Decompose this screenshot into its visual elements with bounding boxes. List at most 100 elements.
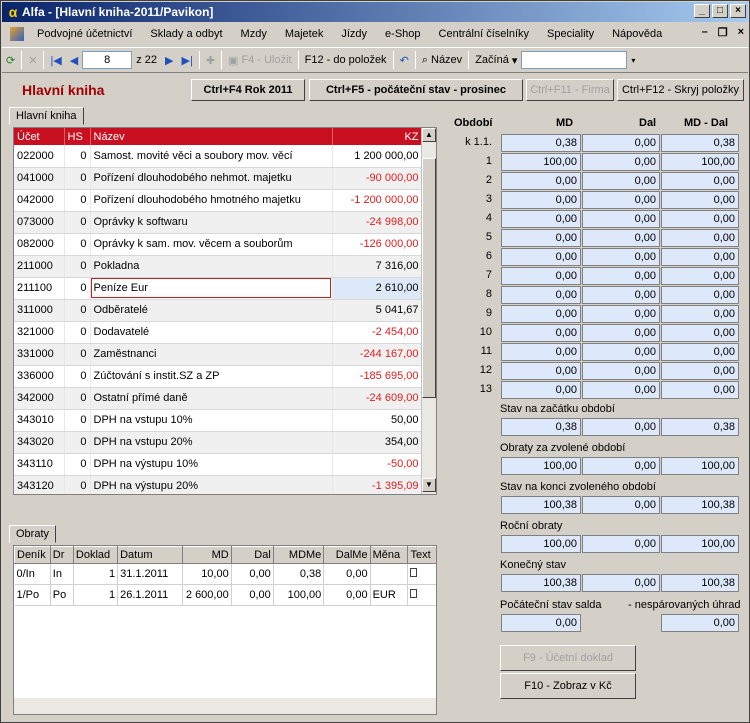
year-button[interactable]: Ctrl+F4 Rok 2011 [191, 79, 305, 101]
cell-hs[interactable]: 0 [64, 453, 91, 476]
cell-ucet[interactable]: 041000 [14, 167, 65, 190]
mdi-document-icon[interactable] [10, 27, 24, 41]
cell-nazev[interactable]: Zúčtování s instit.SZ a ZP [90, 365, 333, 388]
column-header[interactable]: Text [407, 546, 436, 564]
table-cell[interactable] [407, 584, 436, 606]
table-cell[interactable]: Po [50, 584, 74, 606]
cell-kz[interactable]: -90 000,00 [332, 167, 423, 190]
first-record-icon[interactable]: |◀ [46, 50, 65, 70]
cell-hs[interactable]: 0 [64, 211, 91, 234]
menu-item-speciality[interactable]: Speciality [538, 28, 603, 40]
column-header[interactable]: Datum [117, 546, 184, 564]
note-icon[interactable] [410, 589, 418, 598]
show-in-czk-button[interactable]: F10 - Zobraz v Kč [500, 673, 636, 699]
cell-nazev[interactable]: DPH na výstupu 20% [90, 475, 333, 494]
table-row[interactable]: 342000 0 Ostatní přímé daně -24 609,00 [14, 387, 423, 410]
mdi-restore-button[interactable]: ❐ [718, 26, 728, 39]
cell-nazev[interactable]: Pokladna [90, 255, 333, 278]
cell-kz[interactable]: 50,00 [332, 409, 423, 432]
table-cell[interactable]: 1 [73, 584, 119, 606]
table-row[interactable]: 041000 0 Pořízení dlouhodobého nehmot. maj… [14, 167, 423, 190]
cell-ucet[interactable]: 082000 [14, 233, 65, 256]
table-row[interactable]: 336000 0 Zúčtování s instit.SZ a ZP -185 69… [14, 365, 423, 388]
table-row[interactable]: 343110 0 DPH na výstupu 10% -50,00 [14, 453, 423, 476]
table-cell[interactable] [370, 563, 409, 585]
cell-kz[interactable]: -1 200 000,00 [332, 189, 423, 212]
table-cell[interactable]: 31.1.2011 [117, 563, 184, 585]
menu-item-eshop[interactable]: e-Shop [376, 28, 429, 40]
cell-ucet[interactable]: 343120 [14, 475, 65, 494]
cell-nazev[interactable]: DPH na vstupu 20% [90, 431, 333, 454]
table-row[interactable]: 042000 0 Pořízení dlouhodobého hmotného ma… [14, 189, 423, 212]
cell-kz[interactable]: 1 200 000,00 [332, 145, 423, 168]
column-header[interactable]: DalMe [323, 546, 371, 564]
column-header[interactable]: Deník [14, 546, 51, 564]
scroll-down-icon[interactable]: ▼ [422, 478, 436, 492]
table-cell[interactable]: 0,00 [231, 584, 274, 606]
firma-button[interactable]: Ctrl+F11 - Firma [526, 79, 614, 101]
cell-hs[interactable]: 0 [64, 365, 91, 388]
cell-kz[interactable]: -126 000,00 [332, 233, 423, 256]
table-row[interactable]: 211000 0 Pokladna 7 316,00 [14, 255, 423, 278]
menu-item-ciselniky[interactable]: Centrální číselníky [430, 28, 538, 40]
cell-hs[interactable]: 0 [64, 431, 91, 454]
table-cell[interactable]: 0,00 [323, 584, 371, 606]
cell-ucet[interactable]: 331000 [14, 343, 65, 366]
cell-ucet[interactable]: 211100 [14, 277, 65, 300]
cell-nazev[interactable]: Oprávky k softwaru [90, 211, 333, 234]
cell-ucet[interactable]: 343010 [14, 409, 65, 432]
minimize-button[interactable]: _ [694, 4, 710, 18]
table-cell[interactable]: 0,38 [273, 563, 325, 585]
obraty-horizontal-scrollbar[interactable] [14, 698, 436, 714]
add-icon[interactable]: ✚ [202, 50, 219, 70]
table-row[interactable]: 331000 0 Zaměstnanci -244 167,00 [14, 343, 423, 366]
cell-nazev[interactable]: Oprávky k sam. mov. věcem a souborům [90, 233, 333, 256]
column-header-ucet[interactable]: Účet [14, 128, 65, 145]
table-cell[interactable]: EUR [370, 584, 409, 606]
column-header[interactable]: Dr [49, 546, 74, 564]
cell-kz[interactable]: 2 610,00 [332, 277, 423, 300]
cell-kz[interactable]: -1 395,09 [332, 475, 423, 494]
table-row[interactable]: 343020 0 DPH na vstupu 20% 354,00 [14, 431, 423, 454]
ledger-vertical-scrollbar[interactable]: ▲ ▼ [421, 128, 436, 494]
table-row[interactable]: 343120 0 DPH na výstupu 20% -1 395,09 [14, 475, 423, 494]
cell-hs[interactable]: 0 [64, 321, 91, 344]
table-cell[interactable]: 0,00 [231, 563, 274, 585]
table-row[interactable]: 321000 0 Dodavatelé -2 454,00 [14, 321, 423, 344]
toolbar-overflow-icon[interactable]: ▾ [627, 50, 639, 70]
table-row[interactable]: 082000 0 Oprávky k sam. mov. věcem a soubo… [14, 233, 423, 256]
cell-ucet[interactable]: 073000 [14, 211, 65, 234]
cell-hs[interactable]: 0 [64, 475, 91, 494]
cell-nazev[interactable]: Dodavatelé [90, 321, 333, 344]
cell-kz[interactable]: -50,00 [332, 453, 423, 476]
mdi-minimize-button[interactable]: – [702, 26, 708, 39]
table-cell[interactable]: 1/Po [14, 584, 51, 606]
menu-item-sklady[interactable]: Sklady a odbyt [141, 28, 231, 40]
scroll-thumb[interactable] [422, 158, 436, 398]
cell-nazev[interactable]: DPH na výstupu 10% [90, 453, 333, 476]
cell-nazev[interactable]: Peníze Eur [90, 277, 333, 300]
table-cell[interactable]: 1 [73, 563, 119, 585]
cell-hs[interactable]: 0 [64, 145, 91, 168]
cell-nazev[interactable]: Ostatní přímé daně [90, 387, 333, 410]
menu-item-mzdy[interactable]: Mzdy [232, 28, 276, 40]
cell-ucet[interactable]: 343020 [14, 431, 65, 454]
table-row[interactable]: 0/In In 1 31.1.2011 10,00 0,00 0,38 0,00 [14, 563, 436, 585]
mdi-close-button[interactable]: × [738, 26, 744, 39]
table-cell[interactable]: 0,00 [323, 563, 371, 585]
table-cell[interactable]: 26.1.2011 [117, 584, 184, 606]
cell-ucet[interactable]: 343110 [14, 453, 65, 476]
close-button[interactable]: × [730, 4, 746, 18]
search-input[interactable] [521, 51, 628, 69]
note-icon[interactable] [410, 568, 418, 577]
tab-obraty[interactable]: Obraty [9, 525, 57, 543]
table-row[interactable]: 211100 0 Peníze Eur 2 610,00 [14, 277, 423, 300]
filter-mode-dropdown[interactable]: Začíná ▾ [471, 50, 521, 70]
table-cell[interactable]: 0/In [14, 563, 51, 585]
table-cell[interactable]: 100,00 [273, 584, 325, 606]
cell-kz[interactable]: -244 167,00 [332, 343, 423, 366]
table-row[interactable]: 311000 0 Odběratelé 5 041,67 [14, 299, 423, 322]
table-cell[interactable]: 10,00 [182, 563, 232, 585]
cell-nazev[interactable]: Odběratelé [90, 299, 333, 322]
cell-kz[interactable]: 5 041,67 [332, 299, 423, 322]
